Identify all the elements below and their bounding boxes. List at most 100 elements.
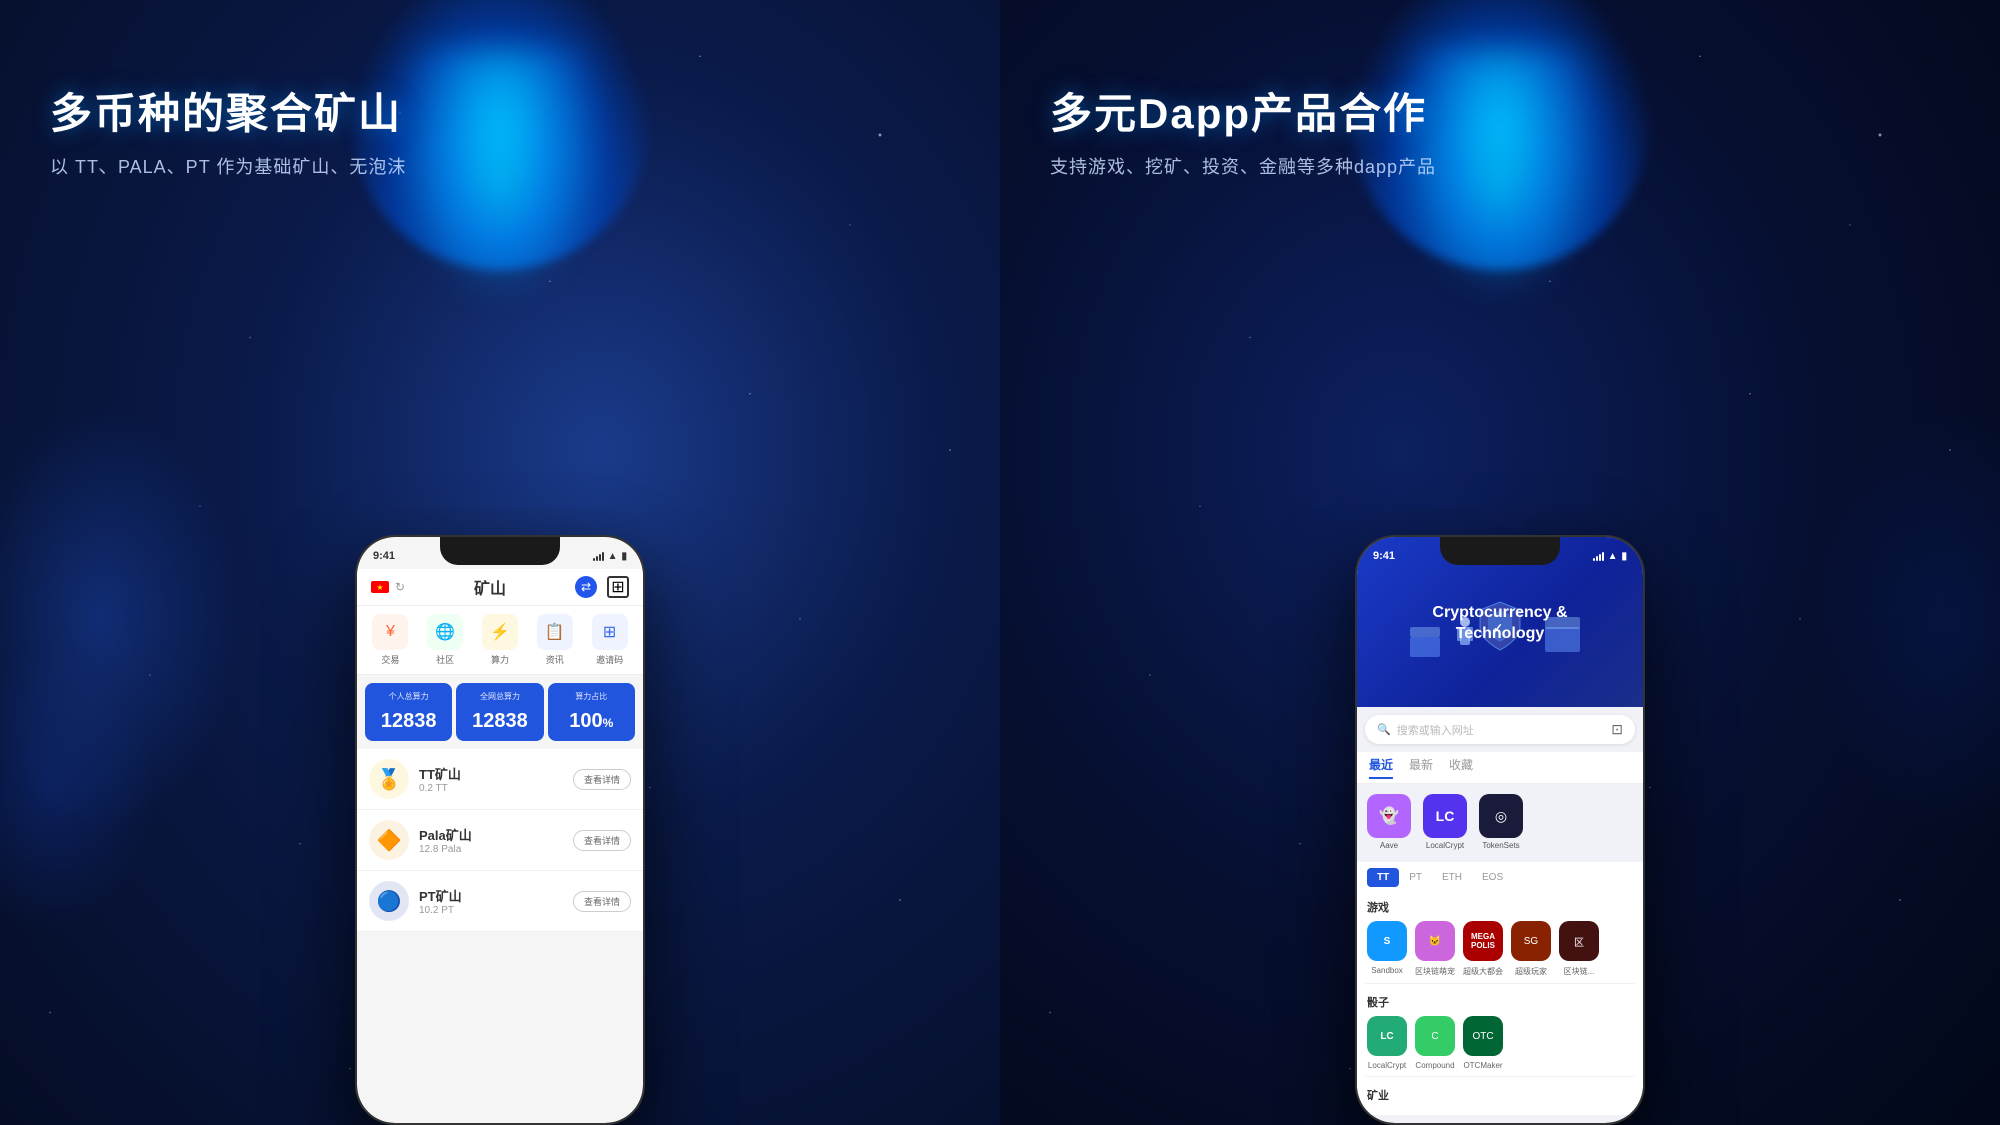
- nav-title: 矿山: [474, 575, 506, 599]
- menu-trade[interactable]: ¥ 交易: [372, 614, 408, 666]
- localcrypt2-icon: LC: [1367, 1016, 1407, 1056]
- battery-icon: ▮: [621, 551, 627, 562]
- status-icons: ▲ ▮: [593, 551, 627, 562]
- menu-community[interactable]: 🌐 社区: [427, 614, 463, 666]
- stat-ratio-label: 算力占比: [554, 691, 629, 702]
- aave-icon: 👻: [1367, 794, 1411, 838]
- sandbox-icon: S: [1367, 921, 1407, 961]
- tt-detail-btn[interactable]: 查看详情: [573, 769, 631, 790]
- menu-bar: ¥ 交易 🌐 社区 ⚡ 算力: [357, 606, 643, 675]
- app-tokensets[interactable]: ◎ TokenSets: [1479, 794, 1523, 850]
- category-dice: 骰子 LC LocalCrypt C: [1357, 988, 1643, 1076]
- app-supergamer[interactable]: SG 超级玩家: [1511, 921, 1551, 977]
- app-localcrypt2[interactable]: LC LocalCrypt: [1367, 1016, 1407, 1070]
- right-phone: 9:41 ▲ ▮: [1355, 535, 1645, 1125]
- tab-recent[interactable]: 最近: [1369, 756, 1393, 779]
- chain-tt[interactable]: TT: [1367, 868, 1399, 887]
- app-localcrypt[interactable]: LC LocalCrypt: [1423, 794, 1467, 850]
- pt-sub: 10.2 PT: [419, 905, 573, 916]
- stat-network: 全网总算力 12838: [456, 683, 543, 741]
- left-panel-subtitle: 以 TT、PALA、PT 作为基础矿山、无泡沫: [50, 153, 406, 179]
- games-label: 游戏: [1367, 899, 1633, 915]
- search-icon: 🔍: [1377, 723, 1391, 736]
- right-panel-text: 多元Dapp产品合作 支持游戏、挖矿、投资、金融等多种dapp产品: [1050, 80, 1436, 179]
- divider-2: [1365, 1076, 1635, 1077]
- aave-label: Aave: [1380, 841, 1398, 850]
- supergamer-name: 超级玩家: [1515, 966, 1547, 977]
- tt-sub: 0.2 TT: [419, 783, 573, 794]
- dapp-header-text: Cryptocurrency & Technology: [1357, 569, 1643, 645]
- stat-personal-label: 个人总算力: [371, 691, 446, 702]
- dapp-status-icons: ▲ ▮: [1593, 551, 1627, 562]
- nav-grid-icon[interactable]: ⊞: [607, 576, 629, 598]
- qr-scan-icon: ⊡: [1611, 721, 1623, 738]
- chain-tabs: TT PT ETH EOS: [1357, 862, 1643, 889]
- pt-name: PT矿山: [419, 886, 573, 905]
- pt-detail-btn[interactable]: 查看详情: [573, 891, 631, 912]
- community-label: 社区: [436, 653, 454, 666]
- sandbox-name: Sandbox: [1371, 966, 1403, 975]
- app-aave[interactable]: 👻 Aave: [1367, 794, 1411, 850]
- right-panel-subtitle: 支持游戏、挖矿、投资、金融等多种dapp产品: [1050, 153, 1436, 179]
- chain-section: TT PT ETH EOS 游戏 S San: [1357, 862, 1643, 1115]
- stat-network-value: 12838: [462, 710, 537, 733]
- app-blockchain5[interactable]: 区 区块链...: [1559, 921, 1599, 977]
- nav-swap-icon[interactable]: ⇄: [575, 576, 597, 598]
- menu-hashrate[interactable]: ⚡ 算力: [482, 614, 518, 666]
- recent-apps-section: 👻 Aave LC LocalCrypt: [1357, 784, 1643, 858]
- menu-news[interactable]: 📋 资讯: [537, 614, 573, 666]
- stat-network-label: 全网总算力: [462, 691, 537, 702]
- hashrate-icon: ⚡: [482, 614, 518, 650]
- app-sandbox[interactable]: S Sandbox: [1367, 921, 1407, 977]
- dapp-search-bar[interactable]: 🔍 搜索或输入网址 ⊡: [1365, 715, 1635, 744]
- pala-detail-btn[interactable]: 查看详情: [573, 830, 631, 851]
- signal-icon: [593, 551, 604, 561]
- tokensets-label: TokenSets: [1482, 841, 1519, 850]
- right-phone-container: 9:41 ▲ ▮: [1355, 535, 1645, 1125]
- tab-favorites[interactable]: 收藏: [1449, 756, 1473, 779]
- right-phone-notch: [1440, 537, 1560, 565]
- mine-item-tt: 🏅 TT矿山 0.2 TT 查看详情: [357, 749, 643, 810]
- cryptopet-name: 区块链萌宠: [1415, 966, 1455, 977]
- invite-label: 邀请码: [596, 653, 623, 666]
- megapolis-name: 超级大都会: [1463, 966, 1503, 977]
- games-icons: S Sandbox 🐱 区块链萌宠: [1367, 921, 1633, 977]
- megapolis-icon: MEGAPOLIS: [1463, 921, 1503, 961]
- chain-eth[interactable]: ETH: [1432, 868, 1472, 887]
- left-phone-screen: 9:41 ▲ ▮ ★: [357, 537, 643, 1123]
- menu-invite[interactable]: ⊞ 邀请码: [592, 614, 628, 666]
- chain-eos[interactable]: EOS: [1472, 868, 1513, 887]
- blockchain5-name: 区块链...: [1564, 966, 1595, 977]
- community-icon: 🌐: [427, 614, 463, 650]
- app-otcmaker[interactable]: OTC OTCMaker: [1463, 1016, 1503, 1070]
- dapp-header-title: Cryptocurrency & Technology: [1357, 603, 1643, 645]
- right-phone-screen: 9:41 ▲ ▮: [1357, 537, 1643, 1123]
- app-megapolis[interactable]: MEGAPOLIS 超级大都会: [1463, 921, 1503, 977]
- wifi-icon: ▲: [608, 551, 618, 562]
- tt-info: TT矿山 0.2 TT: [419, 764, 573, 794]
- search-placeholder: 搜索或输入网址: [1397, 722, 1474, 738]
- stat-personal-value: 12838: [371, 710, 446, 733]
- dapp-signal-icon: [1593, 551, 1604, 561]
- right-panel: 多元Dapp产品合作 支持游戏、挖矿、投资、金融等多种dapp产品 9:41: [1000, 0, 2000, 1125]
- status-time: 9:41: [373, 550, 395, 562]
- category-games: 游戏 S Sandbox 🐱: [1357, 893, 1643, 983]
- app-compound[interactable]: C Compound: [1415, 1016, 1455, 1070]
- chain-pt[interactable]: PT: [1399, 868, 1432, 887]
- recent-apps-row: 👻 Aave LC LocalCrypt: [1367, 790, 1633, 854]
- blockchain5-icon: 区: [1559, 921, 1599, 961]
- tokensets-icon: ◎: [1479, 794, 1523, 838]
- trade-icon: ¥: [372, 614, 408, 650]
- nav-bar: ★ ↻ 矿山 ⇄ ⊞: [357, 569, 643, 606]
- hashrate-label: 算力: [491, 653, 509, 666]
- supergamer-icon: SG: [1511, 921, 1551, 961]
- nav-left: ★ ↻: [371, 580, 405, 594]
- dapp-status-time: 9:41: [1373, 550, 1395, 562]
- pt-info: PT矿山 10.2 PT: [419, 886, 573, 916]
- news-icon: 📋: [537, 614, 573, 650]
- app-cryptopet[interactable]: 🐱 区块链萌宠: [1415, 921, 1455, 977]
- tt-name: TT矿山: [419, 764, 573, 783]
- mine-list: 🏅 TT矿山 0.2 TT 查看详情 🔶 Pala矿山: [357, 749, 643, 932]
- flame-glow: [400, 50, 600, 300]
- tab-latest[interactable]: 最新: [1409, 756, 1433, 779]
